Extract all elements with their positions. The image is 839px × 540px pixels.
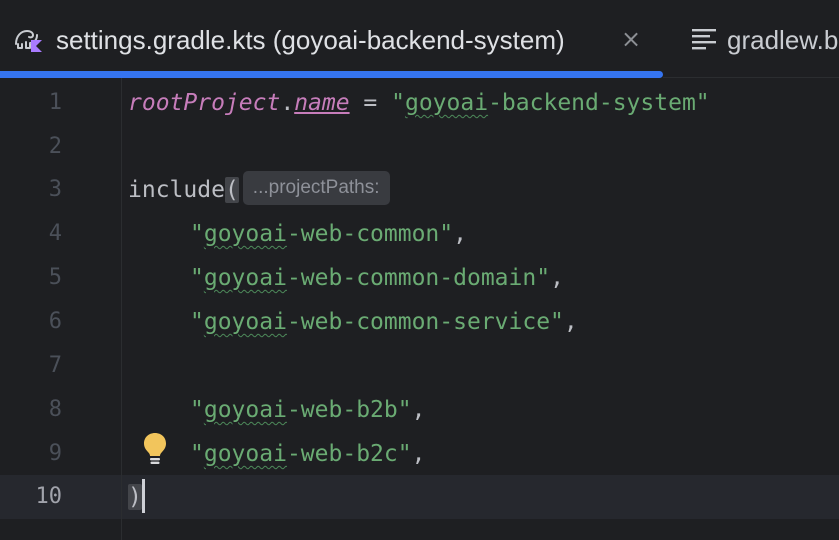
line-number: 8 [48, 397, 62, 422]
comma: , [411, 397, 426, 423]
matched-paren: ) [128, 484, 142, 510]
string-literal: -web-b2c" [286, 441, 412, 467]
typo-squiggle: goyoai [203, 221, 287, 247]
line-number: 5 [48, 265, 62, 290]
close-tab-icon[interactable]: × [616, 22, 646, 56]
string-literal: -web-common" [286, 221, 454, 247]
tab-settings-gradle-kts[interactable]: settings.gradle.kts (goyoai-backend-syst… [0, 0, 663, 78]
code-text[interactable]: rootProject.name = "goyoai-backend-syste… [128, 81, 710, 125]
code-text[interactable]: "goyoai-web-b2c", [190, 432, 425, 476]
string-literal: -web-common-service" [286, 309, 564, 335]
tab-gradlew-bat[interactable]: gradlew.bat [663, 0, 839, 78]
code-line-8[interactable]: 8 "goyoai-web-b2b", [0, 388, 839, 432]
code-line-3[interactable]: 3 include(...projectPaths: [0, 168, 839, 212]
typo-squiggle: goyoai [404, 90, 489, 116]
line-number: 4 [48, 221, 62, 246]
parameter-hint: ...projectPaths: [242, 170, 390, 205]
code-line-10[interactable]: 10 ) [0, 475, 839, 519]
code-editor[interactable]: 1 rootProject.name = "goyoai-backend-sys… [0, 78, 839, 540]
code-line-9[interactable]: 9 "goyoai-web-b2c", [0, 432, 839, 476]
text-lines-icon [692, 29, 716, 50]
code-text[interactable]: include(...projectPaths: [128, 168, 390, 212]
tab-title: settings.gradle.kts (goyoai-backend-syst… [56, 25, 565, 55]
line-number: 6 [48, 309, 62, 334]
matched-paren: ( [224, 177, 239, 203]
code-line-4[interactable]: 4 "goyoai-web-common", [0, 212, 839, 256]
string-quote: " [190, 397, 204, 423]
name-property: name [294, 90, 350, 116]
line-number: 2 [48, 134, 62, 159]
string-quote: " [190, 221, 204, 247]
code-line-6[interactable]: 6 "goyoai-web-common-service", [0, 300, 839, 344]
string-literal: -web-b2b" [286, 397, 412, 423]
active-tab-indicator [0, 71, 663, 78]
comma: , [563, 309, 578, 335]
gradle-kotlin-icon [15, 30, 42, 52]
string-quote: " [190, 265, 204, 291]
code-line-5[interactable]: 5 "goyoai-web-common-domain", [0, 256, 839, 300]
typo-squiggle: goyoai [203, 265, 287, 291]
include-function: include [128, 177, 225, 203]
code-text[interactable]: "goyoai-web-common-service", [190, 300, 578, 344]
ide-window: settings.gradle.kts (goyoai-backend-syst… [0, 0, 839, 540]
string-literal: -backend-system" [488, 90, 710, 116]
line-number: 9 [48, 441, 62, 466]
dot-operator: . [280, 90, 295, 116]
typo-squiggle: goyoai [203, 397, 287, 423]
comma: , [550, 265, 564, 291]
code-text[interactable]: "goyoai-web-b2b", [190, 388, 425, 432]
typo-squiggle: goyoai [203, 441, 287, 467]
typo-squiggle: goyoai [203, 309, 287, 335]
assign-operator: = [349, 90, 392, 116]
line-number: 10 [35, 484, 63, 509]
comma: , [453, 221, 467, 247]
code-line-2[interactable]: 2 [0, 125, 839, 169]
string-quote: " [391, 90, 405, 116]
code-text[interactable]: ) [128, 475, 145, 519]
string-quote: " [190, 441, 204, 467]
code-text[interactable]: "goyoai-web-common", [190, 212, 467, 256]
line-number: 1 [48, 90, 62, 115]
lightbulb-icon[interactable] [141, 431, 169, 467]
comma: , [411, 441, 426, 467]
editor-tab-bar: settings.gradle.kts (goyoai-backend-syst… [0, 0, 839, 78]
string-literal: -web-common-domain" [286, 265, 551, 291]
root-project-identifier: rootProject [128, 90, 281, 116]
code-text[interactable]: "goyoai-web-common-domain", [190, 256, 564, 300]
text-caret [141, 478, 145, 513]
line-number: 3 [48, 177, 62, 202]
code-line-1[interactable]: 1 rootProject.name = "goyoai-backend-sys… [0, 81, 839, 125]
tab-title: gradlew.bat [727, 25, 839, 55]
string-quote: " [190, 309, 204, 335]
code-line-7[interactable]: 7 [0, 344, 839, 388]
line-number: 7 [48, 353, 62, 378]
